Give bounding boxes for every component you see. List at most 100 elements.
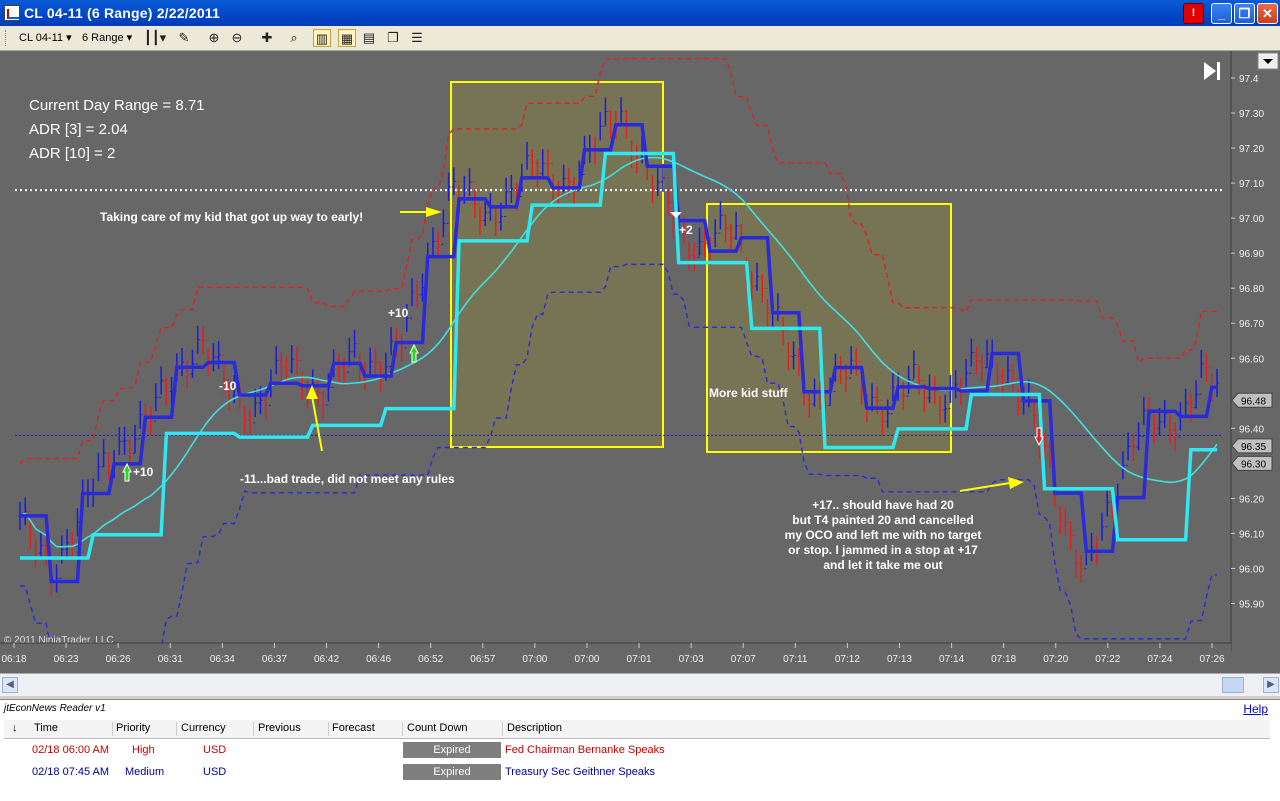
scroll-thumb[interactable] — [1222, 677, 1244, 693]
col-currency[interactable]: Currency — [181, 722, 226, 734]
col-forecast[interactable]: Forecast — [332, 722, 375, 734]
row-description: Treasury Sec Geithner Speaks — [505, 766, 655, 778]
x-tick-label: 07:00 — [574, 654, 599, 665]
x-tick-label: 07:12 — [835, 654, 860, 665]
x-tick-label: 07:22 — [1095, 654, 1120, 665]
adr-3: ADR [3] = 2.04 — [29, 121, 128, 138]
adr-10: ADR [10] = 2 — [29, 145, 115, 162]
x-tick-label: 06:57 — [470, 654, 495, 665]
current-day-range: Current Day Range = 8.71 — [29, 97, 205, 114]
properties-icon[interactable]: ☰ — [408, 29, 426, 47]
row-priority: High — [132, 744, 155, 756]
scroll-left-arrow-icon[interactable]: ◀ — [2, 677, 18, 693]
magnifier-icon[interactable]: ⌕ — [285, 29, 303, 47]
trade-plus10-a: +10 — [133, 465, 154, 479]
price-marker-label: 96.35 — [1241, 442, 1266, 453]
instrument-label: CL 04-11 — [19, 32, 64, 44]
crosshair-icon[interactable]: ✚ — [258, 29, 276, 47]
x-tick-label: 07:00 — [522, 654, 547, 665]
x-tick-label: 07:11 — [783, 654, 808, 665]
kid-break-box-1 — [450, 81, 664, 448]
note-line-1: +17.. should have had 20 — [812, 498, 954, 512]
news-header: ↓ Time Priority Currency Previous Foreca… — [4, 720, 1270, 739]
kid-stuff-note: More kid stuff — [709, 386, 789, 400]
x-tick-label: 07:03 — [679, 654, 704, 665]
y-tick-label: 95.90 — [1239, 599, 1264, 610]
x-tick-label: 07:18 — [991, 654, 1016, 665]
row-priority: Medium — [125, 766, 165, 778]
y-tick-label: 96.90 — [1239, 249, 1264, 260]
long-entry-arrow-2 — [409, 343, 419, 363]
row-countdown: Expired — [403, 764, 501, 780]
chart-canvas: Taking care of my kid that got up way to… — [0, 51, 1280, 673]
zoom-in-icon[interactable]: ⊕ — [205, 29, 223, 47]
minimize-button[interactable]: _ — [1211, 3, 1232, 24]
y-tick-label: 96.20 — [1239, 494, 1264, 505]
x-tick-label: 06:46 — [366, 654, 391, 665]
copy-icon[interactable]: ❐ — [384, 29, 402, 47]
instrument-selector[interactable]: CL 04-11 ▾ — [19, 31, 72, 44]
col-description[interactable]: Description — [507, 722, 562, 734]
x-tick-label: 07:20 — [1043, 654, 1068, 665]
news-reader-panel: jtEconNews Reader v1 Help ↓ Time Priorit… — [0, 699, 1280, 801]
note-line-3: my OCO and left me with no target — [785, 528, 982, 542]
price-chart[interactable]: Taking care of my kid that got up way to… — [0, 51, 1280, 673]
row-currency: USD — [203, 744, 227, 756]
sort-down-icon[interactable]: ↓ — [12, 722, 18, 734]
row-time: 02/18 06:00 AM — [32, 744, 110, 756]
row-countdown: Expired — [403, 742, 501, 758]
y-tick-label: 97.10 — [1239, 179, 1264, 190]
chart-toolbar: CL 04-11 ▾ 6 Range ▾ ┃┃▾ ✎ ⊕ ⊖ ✚ ⌕ ▥ ▦ ▤… — [0, 26, 1280, 51]
x-tick-label: 07:14 — [939, 654, 964, 665]
arrow-kid — [426, 207, 442, 217]
close-button[interactable]: ✕ — [1257, 3, 1278, 24]
scale-menu-icon[interactable] — [1257, 52, 1279, 70]
trade-minus10: -10 — [219, 379, 237, 393]
scroll-right-arrow-icon[interactable]: ▶ — [1263, 677, 1279, 693]
bar-type-icon[interactable]: ┃┃▾ — [144, 29, 166, 47]
col-countdown[interactable]: Count Down — [407, 722, 468, 734]
period-selector[interactable]: 6 Range ▾ — [82, 31, 132, 44]
scroll-to-end-icon[interactable] — [1204, 62, 1220, 80]
y-tick-label: 97.30 — [1239, 109, 1264, 120]
strategy-icon[interactable]: ▦ — [338, 29, 356, 47]
data-box-icon[interactable]: ▤ — [360, 29, 378, 47]
note-line-2: but T4 painted 20 and cancelled — [792, 513, 973, 527]
col-priority[interactable]: Priority — [116, 722, 150, 734]
x-tick-label: 07:26 — [1199, 654, 1224, 665]
note-line-5: and let it take me out — [823, 558, 942, 572]
price-marker-label: 96.48 — [1241, 396, 1266, 407]
kid-break-box-2 — [706, 203, 952, 453]
note-line-4: or stop. I jammed in a stop at +17 — [788, 543, 978, 557]
title-bar: CL 04-11 (6 Range) 2/22/2011 ! _ ❐ ✕ — [0, 0, 1280, 26]
maximize-button[interactable]: ❐ — [1234, 3, 1255, 24]
alert-icon[interactable]: ! — [1183, 3, 1204, 24]
x-tick-label: 07:07 — [731, 654, 756, 665]
y-tick-label: 97.20 — [1239, 144, 1264, 155]
y-tick-label: 96.00 — [1239, 564, 1264, 575]
zoom-out-icon[interactable]: ⊖ — [228, 29, 246, 47]
x-tick-label: 06:52 — [418, 654, 443, 665]
news-row[interactable]: 02/18 06:00 AM High USD Expired Fed Chai… — [4, 741, 1270, 761]
row-time: 02/18 07:45 AM — [32, 766, 110, 778]
chart-app-icon[interactable] — [4, 5, 20, 21]
trade-plus2: +2 — [679, 223, 693, 237]
x-tick-label: 06:37 — [262, 654, 287, 665]
news-row[interactable]: 02/18 07:45 AM Medium USD Expired Treasu… — [4, 763, 1270, 783]
pencil-icon[interactable]: ✎ — [175, 29, 193, 47]
chart-hscroll[interactable]: ◀ ▶ — [0, 673, 1280, 696]
col-previous[interactable]: Previous — [258, 722, 301, 734]
x-tick-label: 06:34 — [210, 654, 235, 665]
chart-trader-icon[interactable]: ▥ — [313, 29, 331, 47]
help-link[interactable]: Help — [1243, 702, 1268, 716]
trade-plus10-b: +10 — [388, 306, 409, 320]
period-label: 6 Range — [82, 32, 124, 44]
y-tick-label: 97.00 — [1239, 214, 1264, 225]
x-tick-label: 06:18 — [1, 654, 26, 665]
col-time[interactable]: Time — [34, 722, 58, 734]
x-tick-label: 07:24 — [1147, 654, 1172, 665]
toolbar-grip[interactable] — [5, 30, 9, 46]
news-title: jtEconNews Reader v1 — [4, 703, 106, 714]
y-tick-label: 96.10 — [1239, 529, 1264, 540]
x-tick-label: 06:42 — [314, 654, 339, 665]
